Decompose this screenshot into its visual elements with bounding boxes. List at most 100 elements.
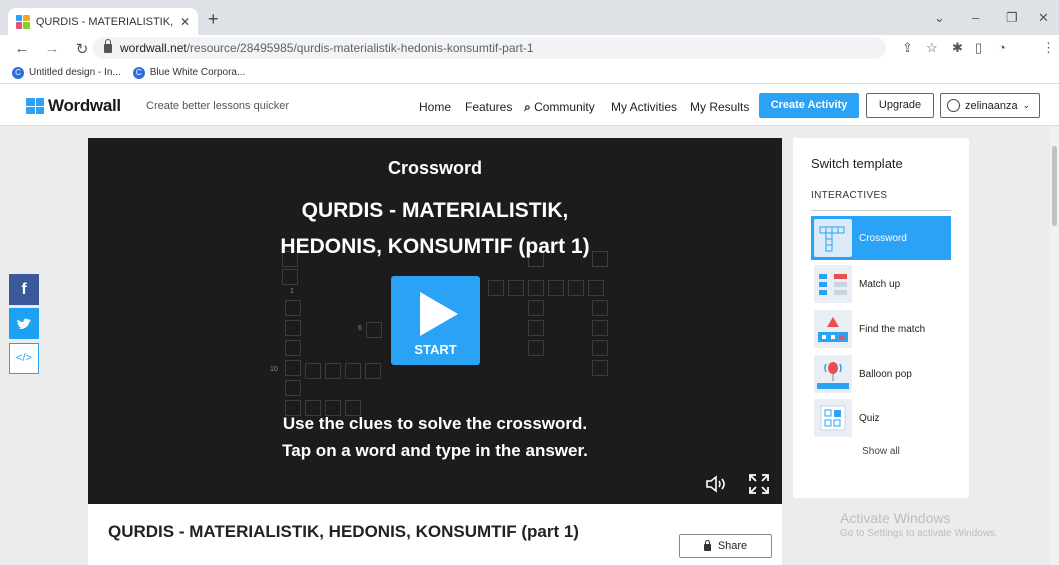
template-find-the-match[interactable]: Find the match [811,307,951,351]
address-bar-row: ← → ↻ wordwall.net /resource/28495985/qu… [0,35,1059,62]
grid-cell [285,340,301,356]
nav-features[interactable]: Features [465,100,512,114]
tagline: Create better lessons quicker [146,100,290,112]
template-balloon-pop[interactable]: Balloon pop [811,352,951,396]
logo-text: Wordwall [48,96,121,115]
share-button[interactable]: Share [679,534,772,558]
nav-my-activities[interactable]: My Activities [611,100,677,114]
twitter-share-button[interactable] [9,308,39,339]
grid-cell [325,363,341,379]
template-match-up[interactable]: Match up [811,262,951,306]
avatar [947,99,960,112]
start-button[interactable]: START [391,276,480,365]
embed-code-button[interactable]: </> [9,343,39,374]
browser-tab-bar: QURDIS - MATERIALISTIK, HEDO ✕ + ⌄ – ❐ ✕ [0,0,1059,35]
fullscreen-icon[interactable] [748,473,770,495]
wordwall-favicon-icon [16,14,30,29]
nav-home[interactable]: Home [419,100,451,114]
template-quiz[interactable]: Quiz [811,396,951,440]
bookmark-item[interactable]: C Untitled design - In... [12,66,121,79]
profile-icon[interactable]: ◔ [998,40,1006,55]
grid-cell [285,360,301,376]
grid-cell [592,320,608,336]
canva-icon: C [132,66,145,79]
template-name: Crossword [387,158,483,178]
page-scrollbar[interactable] [1050,126,1059,565]
forward-icon[interactable]: → [44,40,60,57]
template-crossword[interactable]: Crossword [811,216,951,260]
show-all-link[interactable]: Show all [793,446,969,457]
game-instructions: Use the clues to solve the crossword. Ta… [88,410,782,464]
share-page-icon[interactable]: ⇪ [902,40,913,56]
wordwall-logo[interactable]: Wordwall [26,96,121,116]
grid-cell [528,320,544,336]
facebook-icon: f [21,281,27,298]
twitter-icon [17,318,31,329]
bookmark-item[interactable]: C Blue White Corpora... [132,66,245,79]
find-the-match-thumbnail-icon [814,310,852,348]
template-label: Quiz [859,412,880,424]
url-host: wordwall.net [120,41,187,55]
panel-title: Switch template [811,156,903,171]
template-label: Balloon pop [859,368,912,380]
crossword-thumbnail-icon [814,219,852,257]
bookmark-label: Untitled design - In... [29,67,121,78]
grid-number: 1 [290,288,294,295]
grid-cell [282,269,298,285]
sound-icon[interactable] [705,475,727,493]
facebook-share-button[interactable]: f [9,274,39,305]
username: zelinaanza [965,99,1018,112]
activate-windows-watermark: Activate Windows Go to Settings to activ… [840,510,998,539]
match-up-thumbnail-icon [814,265,852,303]
game-preview[interactable]: 1 6 10 Crossword QURDIS - MATERIALISTIK, [88,138,782,504]
quiz-thumbnail-icon [814,399,852,437]
extensions-icon[interactable]: ✱ [952,40,963,56]
grid-cell [488,280,504,296]
site-header: Wordwall Create better lessons quicker H… [0,84,1059,126]
grid-cell [508,280,524,296]
grid-cell [365,363,381,379]
tab-search-icon[interactable]: ⌄ [934,10,945,26]
create-activity-button[interactable]: Create Activity [759,93,859,118]
grid-cell [305,363,321,379]
close-window-icon[interactable]: ✕ [1038,10,1049,26]
reload-icon[interactable]: ↻ [74,40,90,58]
instruction-line: Tap on a word and type in the answer. [282,441,588,460]
lock-icon [703,539,711,551]
tab-close-icon[interactable]: ✕ [180,15,190,29]
user-menu-button[interactable]: zelinaanza ⌄ [940,93,1040,118]
nav-my-results[interactable]: My Results [690,100,749,114]
play-icon [420,292,458,336]
game-title: QURDIS - MATERIALISTIK, HEDONIS, KONSUMT… [88,193,782,265]
wordwall-logo-icon [26,98,44,114]
nav-community[interactable]: ⌕ Community [524,100,595,115]
upgrade-button[interactable]: Upgrade [866,93,934,118]
grid-cell [592,340,608,356]
url-input[interactable]: wordwall.net /resource/28495985/qurdis-m… [92,37,886,59]
minimize-icon[interactable]: – [972,10,979,25]
code-icon: </> [16,352,32,364]
grid-cell [568,280,584,296]
grid-cell [588,280,604,296]
scroll-thumb[interactable] [1052,146,1057,226]
browser-tab[interactable]: QURDIS - MATERIALISTIK, HEDO ✕ [8,8,198,35]
grid-cell [592,360,608,376]
game-title-line: QURDIS - MATERIALISTIK, [301,199,569,222]
share-label: Share [717,540,748,552]
start-label: START [414,342,457,357]
grid-cell [366,322,382,338]
grid-cell [285,300,301,316]
restore-icon[interactable]: ❐ [1006,10,1018,26]
back-icon[interactable]: ← [14,40,30,57]
instruction-line: Use the clues to solve the crossword. [282,414,588,433]
menu-kebab-icon[interactable]: ⋮ [1042,40,1055,56]
template-label: Find the match [859,323,926,335]
grid-cell [528,340,544,356]
new-tab-button[interactable]: + [208,10,219,28]
watermark-title: Activate Windows [840,510,951,526]
bookmark-star-icon[interactable]: ☆ [926,40,938,56]
side-panel-icon[interactable]: ▯ [975,40,982,56]
chevron-down-icon: ⌄ [1022,100,1031,110]
grid-cell [528,300,544,316]
switch-template-panel: Switch template INTERACTIVES Crossword M… [793,138,969,498]
